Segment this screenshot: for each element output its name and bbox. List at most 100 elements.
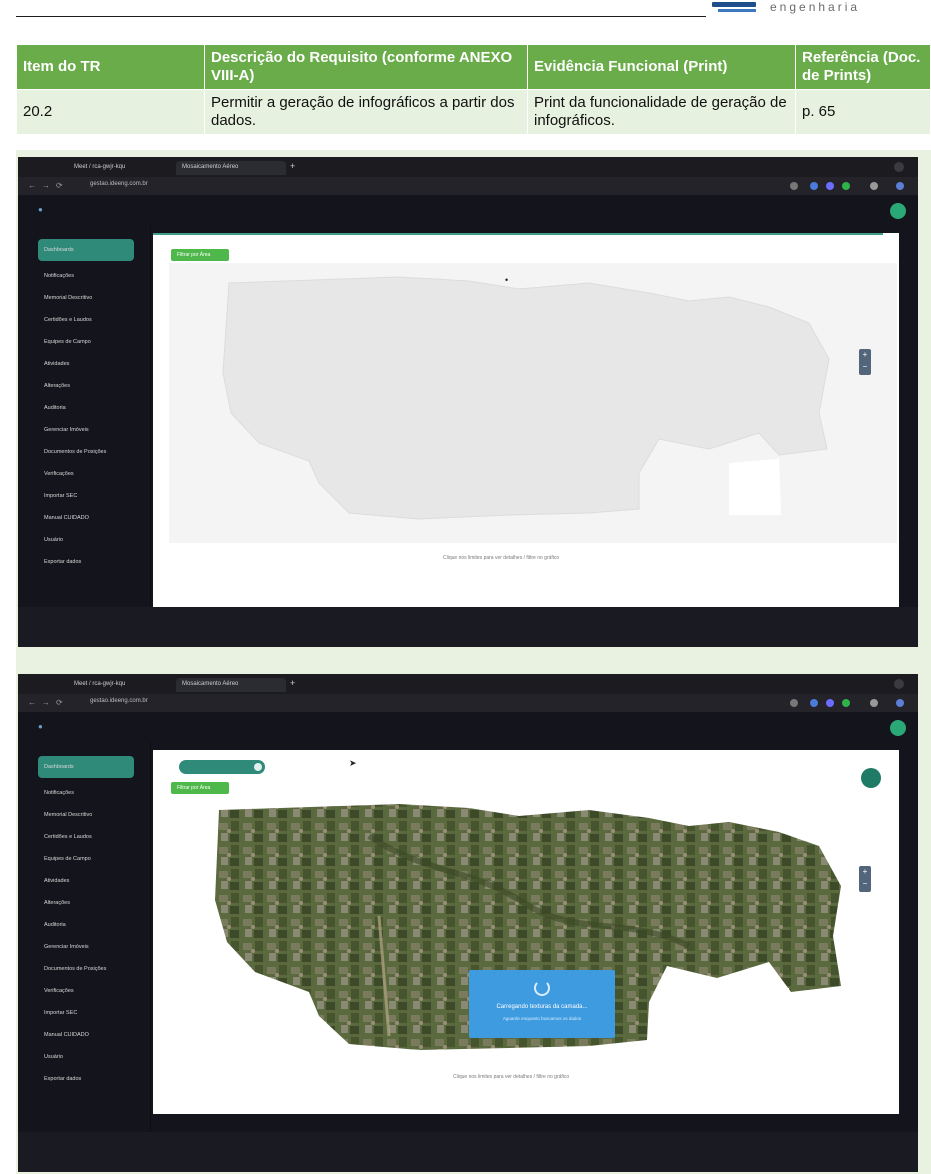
- sidebar-item-dashboards[interactable]: Dashboards: [38, 756, 134, 778]
- evidence-area: Meet / rca-gwjr-kqu Mosaicamento Aéreo +…: [16, 150, 931, 1174]
- browser-tabbar: Meet / rca-gwjr-kqu Mosaicamento Aéreo +: [18, 674, 918, 694]
- extension-icon[interactable]: [870, 699, 878, 707]
- sidebar-item-notificacoes[interactable]: Notificações: [44, 786, 74, 800]
- cell-item: 20.2: [16, 89, 205, 135]
- browser-urlbar: ←→⟳ gestao.ideeng.com.br: [18, 694, 918, 712]
- map-footprint: [222, 276, 830, 520]
- map-canvas[interactable]: + − Carregando texturas da camada... Agu…: [169, 796, 897, 1056]
- filter-area-button[interactable]: Filtrar por Área: [171, 249, 229, 261]
- screen-bottom-strip: [18, 1132, 918, 1172]
- sidebar-item-memorial[interactable]: Memorial Descritivo: [44, 291, 92, 305]
- extension-icon[interactable]: [870, 182, 878, 190]
- extension-icon[interactable]: [810, 699, 818, 707]
- browser-tab-meet[interactable]: Meet / rca-gwjr-kqu: [68, 678, 168, 692]
- mouse-cursor-icon: ➤: [349, 758, 357, 768]
- filter-area-button[interactable]: Filtrar por Área: [171, 782, 229, 794]
- extension-icon[interactable]: [790, 182, 798, 190]
- sidebar-item-exportar[interactable]: Exportar dados: [44, 555, 81, 569]
- app-logo-icon: ●: [38, 205, 43, 214]
- sidebar-item-alteracoes[interactable]: Alterações: [44, 896, 70, 910]
- extension-icon[interactable]: [826, 699, 834, 707]
- app-topbar: ●: [18, 712, 918, 742]
- sidebar-item-auditoria[interactable]: Auditoria: [44, 918, 66, 932]
- col-header-evidence: Evidência Funcional (Print): [527, 44, 796, 90]
- map-panel: Filtrar por Área • + − Clique nos limite…: [153, 233, 899, 609]
- app-content: Filtrar por Área • + − Clique nos limite…: [151, 225, 918, 647]
- zoom-out-icon[interactable]: −: [859, 878, 871, 890]
- sidebar-item-memorial[interactable]: Memorial Descritivo: [44, 808, 92, 822]
- sidebar-item-atividades[interactable]: Atividades: [44, 874, 69, 888]
- sidebar-item-documentos[interactable]: Documentos de Posições: [44, 962, 106, 976]
- window-control-icon[interactable]: [894, 679, 904, 689]
- extension-icon[interactable]: [842, 182, 850, 190]
- zoom-in-icon[interactable]: +: [859, 866, 871, 878]
- zoom-control[interactable]: + −: [859, 866, 871, 892]
- sidebar-item-manual[interactable]: Manual CUIDADO: [44, 511, 89, 525]
- sidebar-item-notificacoes[interactable]: Notificações: [44, 269, 74, 283]
- new-tab-icon[interactable]: +: [290, 161, 295, 171]
- col-header-description: Descrição do Requisito (conforme ANEXO V…: [204, 44, 528, 90]
- loading-spinner-icon: [534, 980, 550, 996]
- sidebar-item-documentos[interactable]: Documentos de Posições: [44, 445, 106, 459]
- extension-icon[interactable]: [842, 699, 850, 707]
- map-panel: Filtrar por Área ➤ + − Carregando textur…: [153, 750, 899, 1114]
- map-hint-text: Clique nos limites para ver detalhes / f…: [443, 555, 560, 561]
- nav-arrows-icon[interactable]: ←→⟳: [28, 181, 69, 190]
- layer-search-pill[interactable]: [179, 760, 265, 774]
- zoom-in-icon[interactable]: +: [859, 349, 871, 361]
- address-field[interactable]: gestao.ideeng.com.br: [90, 181, 185, 191]
- map-hint-text: Clique nos limites para ver detalhes / f…: [453, 1074, 570, 1080]
- sidebar-item-usuario[interactable]: Usuário: [44, 533, 63, 547]
- sidebar-item-certidoes[interactable]: Certidões e Laudos: [44, 313, 92, 327]
- extension-icon[interactable]: [826, 182, 834, 190]
- sidebar-item-auditoria[interactable]: Auditoria: [44, 401, 66, 415]
- evidence-screenshot-1: Meet / rca-gwjr-kqu Mosaicamento Aéreo +…: [18, 157, 918, 647]
- sidebar-item-gerenciar[interactable]: Gerenciar Imóveis: [44, 423, 89, 437]
- sidebar-item-equipes[interactable]: Equipes de Campo: [44, 852, 91, 866]
- sidebar-item-manual[interactable]: Manual CUIDADO: [44, 1028, 89, 1042]
- sidebar-item-importar[interactable]: Importar SEC: [44, 489, 77, 503]
- sidebar-item-dashboards[interactable]: Dashboards: [38, 239, 134, 261]
- sidebar-item-equipes[interactable]: Equipes de Campo: [44, 335, 91, 349]
- cell-evidence: Print da funcionalidade de geração de in…: [527, 89, 796, 135]
- col-header-item: Item do TR: [16, 44, 205, 90]
- avatar[interactable]: [890, 720, 906, 736]
- sidebar-item-gerenciar[interactable]: Gerenciar Imóveis: [44, 940, 89, 954]
- browser-tab-meet[interactable]: Meet / rca-gwjr-kqu: [68, 161, 168, 175]
- search-icon[interactable]: [254, 763, 262, 771]
- table-header-row: Item do TR Descrição do Requisito (confo…: [16, 44, 931, 90]
- extension-icon[interactable]: [790, 699, 798, 707]
- app-content: Filtrar por Área ➤ + − Carregando textur…: [151, 742, 918, 1172]
- sidebar-item-exportar[interactable]: Exportar dados: [44, 1072, 81, 1086]
- zoom-out-icon[interactable]: −: [859, 361, 871, 373]
- window-control-icon[interactable]: [894, 162, 904, 172]
- address-field[interactable]: gestao.ideeng.com.br: [90, 698, 185, 708]
- panel-divider: [153, 233, 883, 235]
- sidebar-item-atividades[interactable]: Atividades: [44, 357, 69, 371]
- sidebar-item-importar[interactable]: Importar SEC: [44, 1006, 77, 1020]
- zoom-control[interactable]: + −: [859, 349, 871, 375]
- profile-icon[interactable]: [896, 182, 904, 190]
- sidebar-item-certidoes[interactable]: Certidões e Laudos: [44, 830, 92, 844]
- avatar[interactable]: [890, 203, 906, 219]
- company-logo-icon: [712, 0, 756, 14]
- profile-icon[interactable]: [896, 699, 904, 707]
- layers-fab-icon[interactable]: [861, 768, 881, 788]
- col-header-reference: Referência (Doc. de Prints): [795, 44, 931, 90]
- app-sidebar: Dashboards Notificações Memorial Descrit…: [18, 742, 150, 1172]
- browser-urlbar: ←→⟳ gestao.ideeng.com.br: [18, 177, 918, 195]
- browser-tab-mosaic[interactable]: Mosaicamento Aéreo: [176, 678, 286, 692]
- new-tab-icon[interactable]: +: [290, 678, 295, 688]
- app-sidebar: Dashboards Notificações Memorial Descrit…: [18, 225, 150, 647]
- sidebar-item-alteracoes[interactable]: Alterações: [44, 379, 70, 393]
- map-canvas[interactable]: • + −: [169, 263, 897, 543]
- sidebar-item-usuario[interactable]: Usuário: [44, 1050, 63, 1064]
- extension-icon[interactable]: [810, 182, 818, 190]
- sidebar-item-verificacoes[interactable]: Verificações: [44, 467, 74, 481]
- nav-arrows-icon[interactable]: ←→⟳: [28, 698, 69, 707]
- browser-tab-mosaic[interactable]: Mosaicamento Aéreo: [176, 161, 286, 175]
- requirements-table: Item do TR Descrição do Requisito (confo…: [16, 44, 931, 135]
- sidebar-item-verificacoes[interactable]: Verificações: [44, 984, 74, 998]
- screen-bottom-strip: [18, 607, 918, 647]
- loading-subtitle: Aguarde enquanto buscamos os dados: [502, 1016, 582, 1021]
